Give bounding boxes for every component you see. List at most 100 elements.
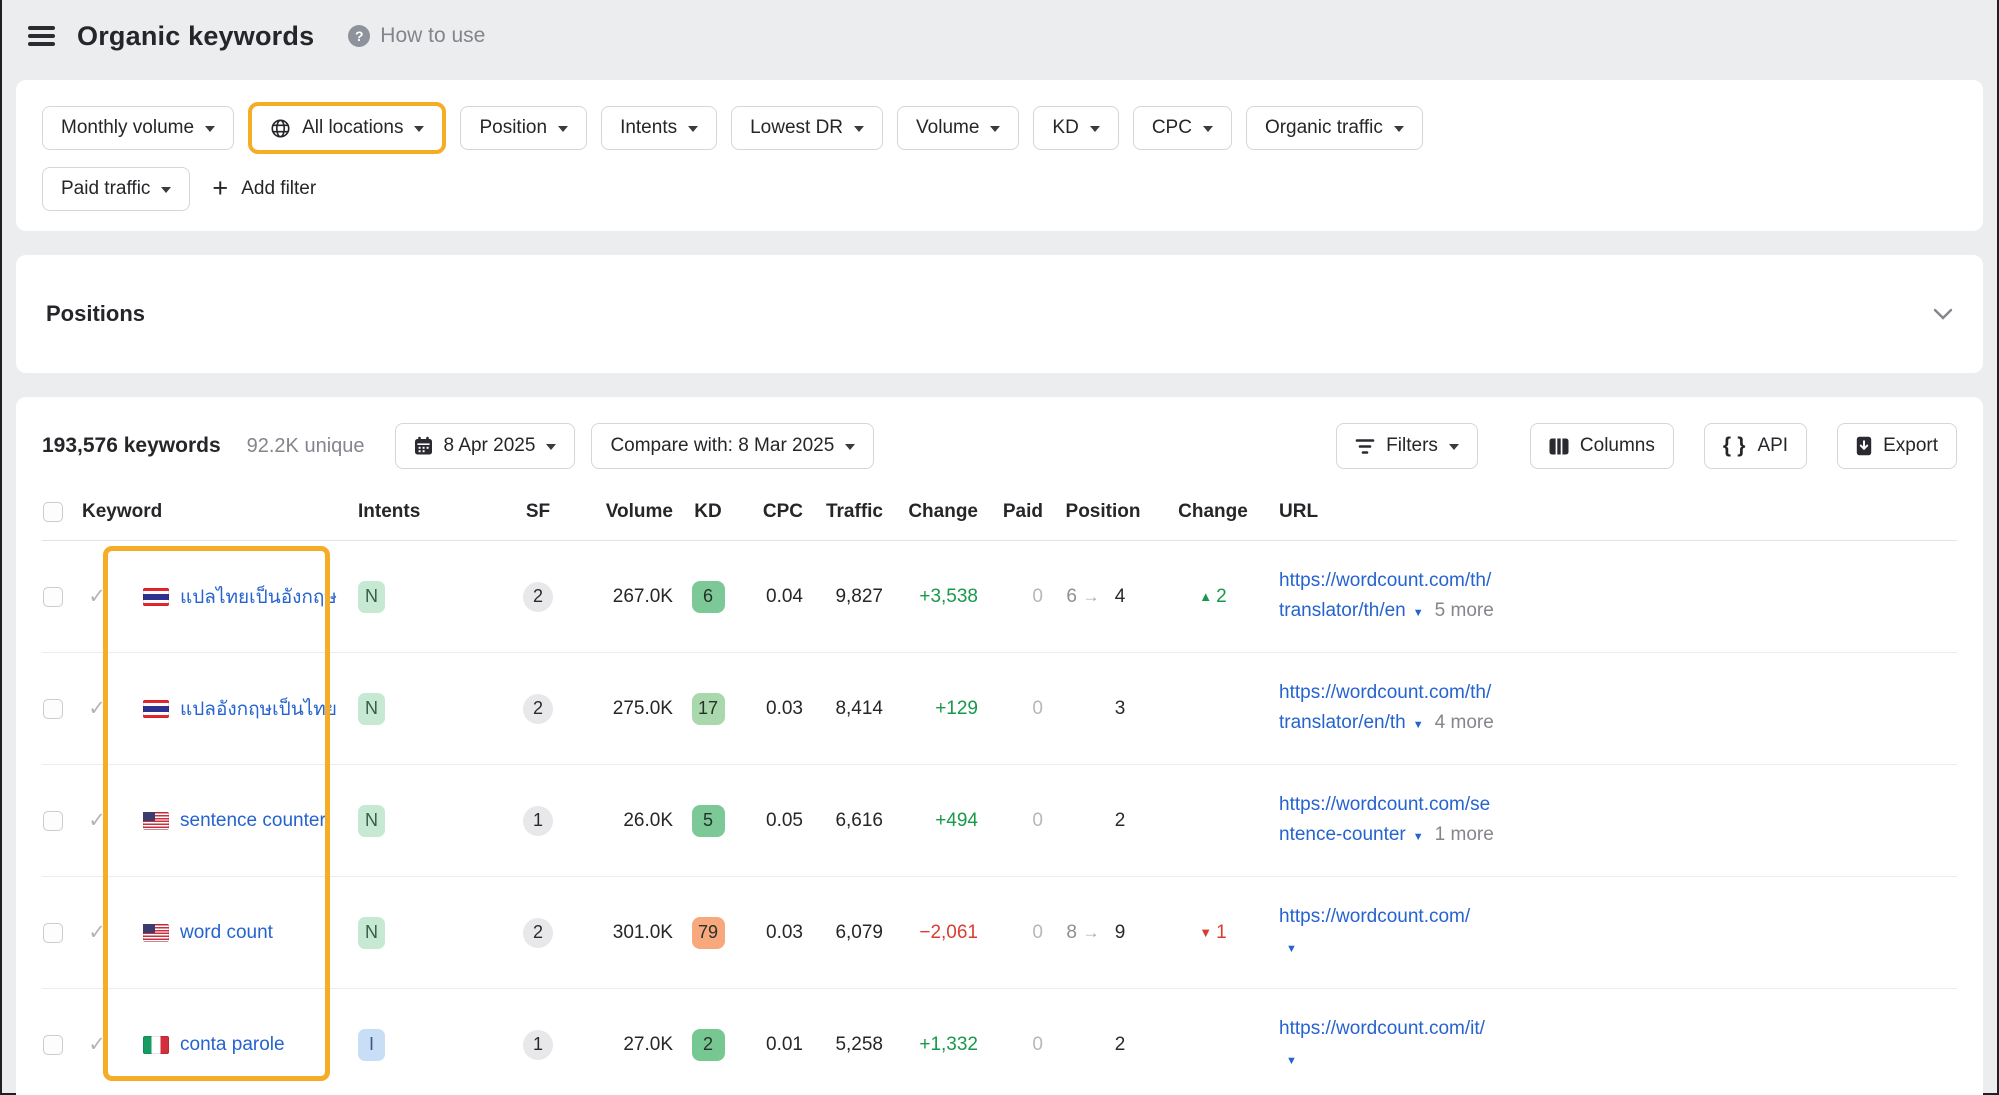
columns-button[interactable]: Columns <box>1530 423 1674 469</box>
traffic-change-value: +494 <box>883 810 978 832</box>
position-cell: → 2 <box>1043 810 1163 832</box>
traffic-value: 6,079 <box>803 922 883 944</box>
column-header-keyword[interactable]: Keyword <box>82 501 342 523</box>
filter-button-label: Position <box>479 117 547 139</box>
menu-icon[interactable] <box>28 26 55 46</box>
paid-value: 0 <box>978 922 1043 944</box>
how-to-use-link[interactable]: ? How to use <box>348 24 485 48</box>
column-header-url[interactable]: URL <box>1263 501 1957 523</box>
keyword-link[interactable]: แปลอังกฤษเป็นไทย <box>180 694 337 724</box>
column-header-cpc[interactable]: CPC <box>743 501 803 523</box>
url-link-continued[interactable]: translator/th/en <box>1279 600 1406 621</box>
url-link[interactable]: https://wordcount.com/it/ <box>1279 1018 1485 1039</box>
url-dropdown-icon[interactable]: ▼ <box>1413 719 1424 731</box>
url-dropdown-icon[interactable]: ▼ <box>1286 1055 1297 1067</box>
filter-lines-icon <box>1355 438 1375 455</box>
row-checkbox[interactable] <box>43 923 63 943</box>
export-button-label: Export <box>1883 435 1938 457</box>
chevron-down-icon[interactable] <box>1933 308 1953 320</box>
more-urls-label[interactable]: 1 more <box>1435 824 1494 845</box>
dropdown-caret-icon <box>205 126 215 132</box>
column-header-paid[interactable]: Paid <box>978 501 1043 523</box>
keyword-link[interactable]: แปลไทยเป็นอังกฤษ <box>180 582 337 612</box>
filters-button[interactable]: Filters <box>1336 423 1478 469</box>
toolbar-right-group: Filters Columns { } API Export <box>1336 423 1957 469</box>
filter-button-volume[interactable]: Volume <box>897 106 1019 150</box>
filter-button-label: Volume <box>916 117 979 139</box>
row-checkbox[interactable] <box>43 587 63 607</box>
row-checkbox[interactable] <box>43 1035 63 1055</box>
organic-keywords-page: Organic keywords ? How to use Monthly vo… <box>0 0 1999 1095</box>
url-link-continued[interactable]: ntence-counter <box>1279 824 1406 845</box>
column-header-change[interactable]: Change <box>883 501 978 523</box>
url-link[interactable]: https://wordcount.com/ <box>1279 906 1470 927</box>
filter-button-all-locations[interactable]: All locations <box>248 102 446 154</box>
kd-badge: 5 <box>692 805 725 837</box>
keyword-link[interactable]: word count <box>180 922 273 944</box>
dropdown-caret-icon <box>990 126 1000 132</box>
url-link[interactable]: https://wordcount.com/se <box>1279 794 1490 815</box>
position-change-value: ▲ 2 <box>1163 586 1263 608</box>
row-checkbox[interactable] <box>43 811 63 831</box>
column-header-intents[interactable]: Intents <box>342 501 508 523</box>
table-row: ✓ conta parole I 1 27.0K 2 0.01 5,258 +1… <box>42 989 1957 1095</box>
filter-button-organic-traffic[interactable]: Organic traffic <box>1246 106 1423 150</box>
column-header-kd[interactable]: KD <box>673 501 743 523</box>
url-cell: https://wordcount.com/it/ ▼ <box>1263 1014 1957 1076</box>
filter-button-paid-traffic[interactable]: Paid traffic <box>42 167 190 211</box>
url-dropdown-icon[interactable]: ▼ <box>1413 607 1424 619</box>
filter-button-cpc[interactable]: CPC <box>1133 106 1232 150</box>
column-header-traffic[interactable]: Traffic <box>803 501 883 523</box>
columns-button-label: Columns <box>1580 435 1655 457</box>
serp-features-badge[interactable]: 2 <box>523 582 553 612</box>
row-checkbox[interactable] <box>43 699 63 719</box>
url-dropdown-icon[interactable]: ▼ <box>1286 943 1297 955</box>
compare-with-button[interactable]: Compare with: 8 Mar 2025 <box>591 423 874 469</box>
more-urls-label[interactable]: 5 more <box>1435 600 1494 621</box>
position-cell: 6 → 4 <box>1043 586 1163 608</box>
filter-button-lowest-dr[interactable]: Lowest DR <box>731 106 883 150</box>
position-arrow-icon: → <box>1077 923 1105 943</box>
filter-button-kd[interactable]: KD <box>1033 106 1118 150</box>
page-header: Organic keywords ? How to use <box>2 0 1997 72</box>
api-button[interactable]: { } API <box>1704 423 1807 469</box>
column-header-sf[interactable]: SF <box>508 501 568 523</box>
add-filter-button[interactable]: + Add filter <box>204 177 324 202</box>
serp-features-badge[interactable]: 1 <box>523 806 553 836</box>
intent-badge: N <box>358 805 385 837</box>
dropdown-caret-icon <box>414 126 424 132</box>
kd-badge: 2 <box>692 1029 725 1061</box>
filter-button-monthly-volume[interactable]: Monthly volume <box>42 106 234 150</box>
url-link-continued[interactable]: translator/en/th <box>1279 712 1406 733</box>
column-header-volume[interactable]: Volume <box>568 501 673 523</box>
column-header-position[interactable]: Position <box>1043 501 1163 523</box>
keywords-table-panel: 193,576 keywords 92.2K unique 8 Apr 2025… <box>16 397 1983 1095</box>
volume-value: 27.0K <box>568 1034 673 1056</box>
url-link[interactable]: https://wordcount.com/th/ <box>1279 570 1491 591</box>
select-all-checkbox[interactable] <box>43 502 63 522</box>
url-link[interactable]: https://wordcount.com/th/ <box>1279 682 1491 703</box>
serp-features-badge[interactable]: 2 <box>523 694 553 724</box>
export-button[interactable]: Export <box>1837 423 1957 469</box>
filter-button-position[interactable]: Position <box>460 106 587 150</box>
traffic-change-value: +3,538 <box>883 586 978 608</box>
check-mark-icon: ✓ <box>82 920 112 945</box>
serp-features-badge[interactable]: 1 <box>523 1030 553 1060</box>
url-cell: https://wordcount.com/th/ translator/en/… <box>1263 678 1957 740</box>
check-mark-icon: ✓ <box>82 1032 112 1057</box>
position-current: 2 <box>1105 1034 1135 1056</box>
more-urls-label[interactable]: 4 more <box>1435 712 1494 733</box>
date-picker-button[interactable]: 8 Apr 2025 <box>395 423 576 469</box>
serp-features-badge[interactable]: 2 <box>523 918 553 948</box>
column-header-position-change[interactable]: Change <box>1163 501 1263 523</box>
cpc-value: 0.03 <box>743 922 803 944</box>
keyword-link[interactable]: sentence counter <box>180 810 326 832</box>
country-flag-icon <box>143 812 169 830</box>
position-previous: 8 <box>1043 922 1077 944</box>
check-mark-icon: ✓ <box>82 584 112 609</box>
position-cell: → 2 <box>1043 1034 1163 1056</box>
filter-button-intents[interactable]: Intents <box>601 106 717 150</box>
paid-value: 0 <box>978 810 1043 832</box>
url-dropdown-icon[interactable]: ▼ <box>1413 831 1424 843</box>
keyword-link[interactable]: conta parole <box>180 1034 285 1056</box>
